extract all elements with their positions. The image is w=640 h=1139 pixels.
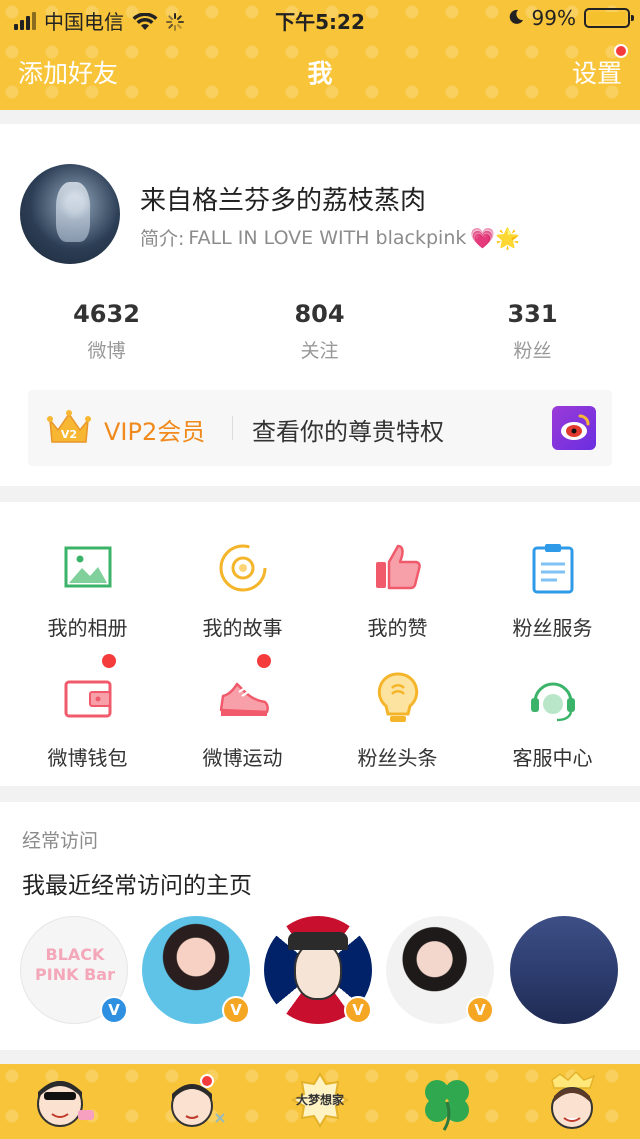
vip-banner[interactable]: V2 VIP2会员 查看你的尊贵特权 bbox=[28, 390, 612, 466]
tab-home[interactable] bbox=[28, 1070, 98, 1134]
vip-level-badge: V2 bbox=[61, 428, 77, 441]
section-subtitle: 我最近经常访问的主页 bbox=[22, 873, 252, 899]
service-label: 我的赞 bbox=[367, 616, 428, 640]
moon-icon bbox=[508, 6, 524, 30]
vip-crown-icon: V2 bbox=[46, 408, 92, 448]
stat-fans[interactable]: 331 粉丝 bbox=[426, 300, 639, 363]
service-label: 客服中心 bbox=[512, 746, 593, 770]
photo-album-icon bbox=[60, 540, 116, 596]
add-friend-button[interactable]: 添加好友 bbox=[18, 54, 118, 90]
vip-divider bbox=[232, 416, 233, 440]
message-notification-dot bbox=[200, 1074, 214, 1088]
tab-bar: 大梦想家 bbox=[0, 1064, 640, 1139]
service-label: 粉丝头条 bbox=[357, 746, 438, 770]
service-fan-headlines[interactable]: 粉丝头条 bbox=[320, 642, 475, 772]
vip-privileges-link[interactable]: 查看你的尊贵特权 bbox=[252, 412, 444, 447]
story-icon bbox=[215, 540, 271, 596]
avatar[interactable] bbox=[20, 164, 120, 264]
verified-badge: V bbox=[466, 996, 494, 1024]
sneaker-icon bbox=[215, 670, 271, 726]
thumbs-up-icon bbox=[370, 540, 426, 596]
service-wallet[interactable]: 微博钱包 bbox=[10, 642, 165, 772]
stat-following-label: 关注 bbox=[300, 340, 339, 362]
third-tab-text: 大梦想家 bbox=[296, 1092, 345, 1107]
stat-fans-count: 331 bbox=[507, 300, 558, 328]
profile-intro[interactable]: 简介: FALL IN LOVE WITH blackpink 💗🌟 bbox=[140, 224, 520, 251]
wallet-notification-dot bbox=[102, 654, 116, 668]
cartoon-boy-icon bbox=[171, 1084, 225, 1127]
section-title: 经常访问 bbox=[22, 830, 99, 852]
frequent-avatars: BLACK PINK Bar V V V V bbox=[20, 916, 640, 1026]
stat-fans-label: 粉丝 bbox=[513, 340, 552, 362]
service-fan-service[interactable]: 粉丝服务 bbox=[475, 512, 630, 642]
stat-weibo-label: 微博 bbox=[87, 340, 126, 362]
service-label: 我的故事 bbox=[202, 616, 283, 640]
vip-label: VIP2会员 bbox=[104, 418, 206, 446]
battery-icon bbox=[584, 8, 634, 28]
tab-discover[interactable] bbox=[412, 1070, 482, 1134]
lightbulb-icon bbox=[370, 670, 426, 726]
battery-fill bbox=[588, 12, 626, 24]
sports-notification-dot bbox=[257, 654, 271, 668]
services-grid: 我的相册 我的故事 我的赞 粉丝服务 微博钱包 微博运动 粉丝头条 客服中心 bbox=[0, 502, 640, 786]
tab-center[interactable]: 大梦想家 bbox=[285, 1070, 355, 1134]
service-label: 粉丝服务 bbox=[512, 616, 593, 640]
verified-badge: V bbox=[344, 996, 372, 1024]
service-photo-album[interactable]: 我的相册 bbox=[10, 512, 165, 642]
battery-percent: 99% bbox=[531, 6, 576, 30]
headset-icon bbox=[525, 670, 581, 726]
settings-button[interactable]: 设置 bbox=[572, 54, 622, 90]
ocean-avatar-5[interactable] bbox=[510, 916, 618, 1024]
dream-badge-icon: 大梦想家 bbox=[290, 1072, 350, 1128]
status-bar: 中国电信 下午5:22 99% bbox=[0, 0, 640, 36]
service-label: 微博运动 bbox=[202, 746, 283, 770]
clover-icon bbox=[425, 1080, 469, 1131]
verified-badge: V bbox=[222, 996, 250, 1024]
stat-following[interactable]: 804 关注 bbox=[213, 300, 426, 363]
service-label: 我的相册 bbox=[47, 616, 128, 640]
verified-badge: V bbox=[100, 996, 128, 1024]
header: 中国电信 下午5:22 99% 添加好友 我 设置 bbox=[0, 0, 640, 110]
intro-emoji: 💗🌟 bbox=[470, 225, 521, 250]
cartoon-boy-icon bbox=[37, 1081, 94, 1127]
tab-message[interactable] bbox=[160, 1070, 230, 1134]
service-my-likes[interactable]: 我的赞 bbox=[320, 512, 475, 642]
service-customer-center[interactable]: 客服中心 bbox=[475, 642, 630, 772]
cartoon-kid-icon bbox=[551, 1070, 596, 1129]
username[interactable]: 来自格兰芬多的荔枝蒸肉 bbox=[140, 180, 426, 217]
stat-weibo-count: 4632 bbox=[73, 300, 140, 328]
tab-me[interactable] bbox=[538, 1070, 608, 1134]
clipboard-icon bbox=[525, 540, 581, 596]
weibo-vip-icon bbox=[552, 406, 596, 450]
frequent-visits-section: 经常访问 我最近经常访问的主页 BLACK PINK Bar V V V V bbox=[0, 802, 640, 1050]
me-page: 中国电信 下午5:22 99% 添加好友 我 设置 来自格兰芬多的荔枝蒸肉 简介… bbox=[0, 0, 640, 1139]
stats-row: 4632 微博 804 关注 331 粉丝 bbox=[0, 300, 640, 363]
stat-weibo[interactable]: 4632 微博 bbox=[0, 300, 213, 363]
settings-notification-dot bbox=[614, 44, 628, 58]
intro-text: FALL IN LOVE WITH blackpink bbox=[188, 226, 467, 249]
profile-card: 来自格兰芬多的荔枝蒸肉 简介: FALL IN LOVE WITH blackp… bbox=[0, 124, 640, 486]
service-sports[interactable]: 微博运动 bbox=[165, 642, 320, 772]
wallet-icon bbox=[60, 670, 116, 726]
service-my-story[interactable]: 我的故事 bbox=[165, 512, 320, 642]
stat-following-count: 804 bbox=[294, 300, 345, 328]
avatar-text: BLACK PINK Bar bbox=[35, 945, 115, 984]
nav-bar: 添加好友 我 设置 bbox=[0, 44, 640, 94]
intro-prefix: 简介: bbox=[140, 228, 185, 250]
service-label: 微博钱包 bbox=[47, 746, 128, 770]
